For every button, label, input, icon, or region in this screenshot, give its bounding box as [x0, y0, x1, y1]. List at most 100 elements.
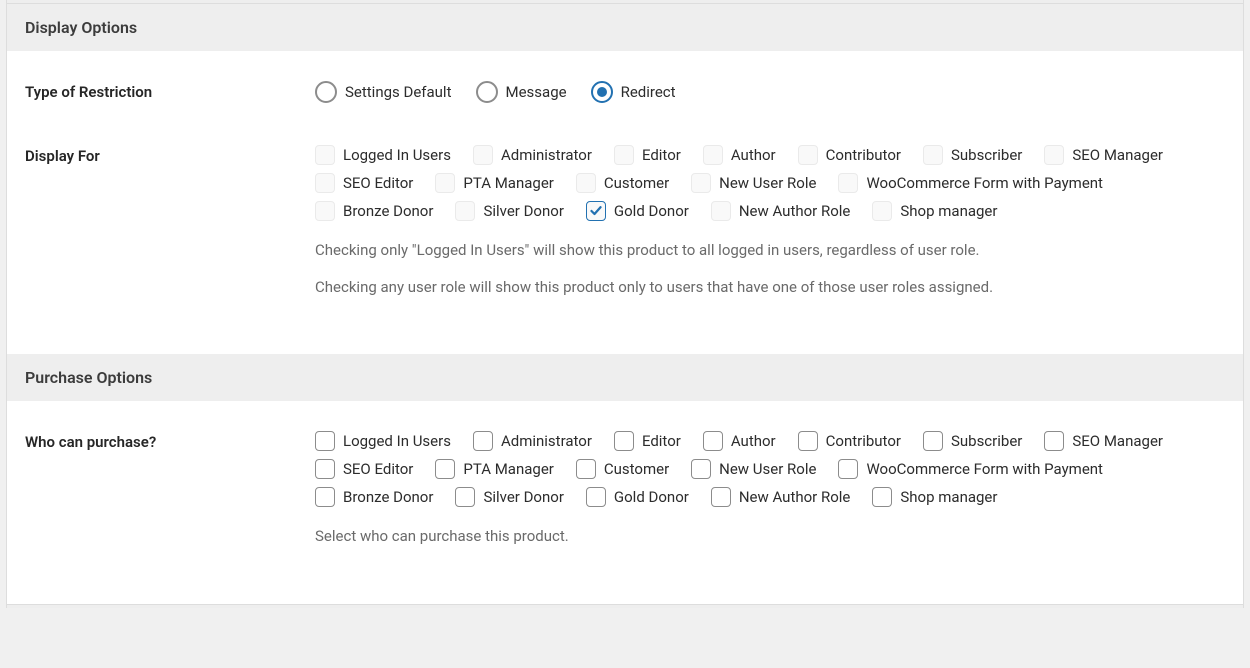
checkbox-role[interactable]: Editor	[614, 145, 681, 165]
section-title: Purchase Options	[25, 368, 152, 387]
checkbox-label: Gold Donor	[614, 488, 689, 506]
checkbox-icon	[838, 173, 858, 193]
checkbox-icon	[838, 459, 858, 479]
label-who-can-purchase: Who can purchase?	[25, 431, 315, 562]
help-line: Checking only "Logged In Users" will sho…	[315, 239, 1225, 262]
checkbox-label: Customer	[604, 460, 669, 478]
checkbox-role[interactable]: Subscriber	[923, 145, 1022, 165]
radio-label: Settings Default	[345, 83, 452, 101]
checkbox-role[interactable]: WooCommerce Form with Payment	[838, 459, 1103, 479]
checkbox-icon	[576, 459, 596, 479]
checkbox-label: Author	[731, 432, 776, 450]
section-header-display-options: Display Options	[7, 4, 1243, 51]
checkbox-role[interactable]: Customer	[576, 173, 669, 193]
checkbox-label: Shop manager	[900, 488, 997, 506]
row-type-of-restriction: Type of Restriction Settings DefaultMess…	[25, 81, 1225, 103]
help-line: Checking any user role will show this pr…	[315, 276, 1225, 299]
checkbox-icon	[711, 487, 731, 507]
help-line: Select who can purchase this product.	[315, 525, 1225, 548]
checkbox-label: Silver Donor	[483, 202, 563, 220]
checkbox-role[interactable]: WooCommerce Form with Payment	[838, 173, 1103, 193]
checkbox-role[interactable]: PTA Manager	[435, 173, 554, 193]
checkbox-icon	[586, 201, 606, 221]
checkbox-icon	[315, 145, 335, 165]
checkbox-label: Contributor	[826, 432, 901, 450]
checkbox-role[interactable]: Author	[703, 145, 776, 165]
settings-page: Display Options Type of Restriction Sett…	[6, 0, 1244, 608]
checkbox-icon	[473, 145, 493, 165]
help-text-display-for: Checking only "Logged In Users" will sho…	[315, 239, 1225, 298]
checkbox-icon	[691, 459, 711, 479]
section-header-purchase-options: Purchase Options	[7, 354, 1243, 401]
checkbox-label: Silver Donor	[483, 488, 563, 506]
section-body-purchase-options: Who can purchase? Logged In Users Adminis…	[7, 401, 1243, 604]
checkbox-role[interactable]: SEO Manager	[1044, 145, 1163, 165]
checkbox-role[interactable]: Author	[703, 431, 776, 451]
checkbox-label: Gold Donor	[614, 202, 689, 220]
checkbox-role[interactable]: New Author Role	[711, 487, 851, 507]
checkbox-role[interactable]: Logged In Users	[315, 145, 451, 165]
checkbox-role[interactable]: Silver Donor	[455, 201, 563, 221]
checkbox-icon	[614, 145, 634, 165]
checkbox-role[interactable]: Editor	[614, 431, 681, 451]
checkbox-icon	[1044, 431, 1064, 451]
radio-label: Redirect	[621, 83, 676, 101]
checkbox-role[interactable]: PTA Manager	[435, 459, 554, 479]
checkbox-label: Subscriber	[951, 432, 1022, 450]
checkbox-label: SEO Manager	[1072, 432, 1163, 450]
checkbox-label: Customer	[604, 174, 669, 192]
checkbox-role[interactable]: Contributor	[798, 145, 901, 165]
radio-group-restriction: Settings Default Message Redirect	[315, 81, 1225, 103]
checkbox-label: Editor	[642, 432, 681, 450]
checkbox-role[interactable]: Bronze Donor	[315, 487, 433, 507]
checkbox-role[interactable]: Silver Donor	[455, 487, 563, 507]
checkbox-label: Author	[731, 146, 776, 164]
checkbox-icon	[614, 431, 634, 451]
checkbox-role[interactable]: Shop manager	[872, 487, 997, 507]
checkbox-icon	[473, 431, 493, 451]
checkbox-icon	[872, 201, 892, 221]
checkbox-label: New User Role	[719, 460, 816, 478]
checkbox-group-display-for: Logged In Users Administrator Editor Author…	[315, 145, 1225, 221]
checkbox-role[interactable]: Administrator	[473, 145, 592, 165]
checkbox-icon	[923, 431, 943, 451]
checkbox-icon	[315, 459, 335, 479]
checkbox-role[interactable]: Customer	[576, 459, 669, 479]
checkbox-label: PTA Manager	[463, 174, 554, 192]
checkbox-group-purchase: Logged In Users Administrator Editor Author…	[315, 431, 1225, 507]
checkbox-role[interactable]: Contributor	[798, 431, 901, 451]
radio-restriction[interactable]: Redirect	[591, 81, 676, 103]
checkbox-icon	[576, 173, 596, 193]
checkbox-label: SEO Editor	[343, 460, 413, 478]
section-body-display-options: Type of Restriction Settings DefaultMess…	[7, 51, 1243, 354]
checkbox-label: WooCommerce Form with Payment	[866, 174, 1103, 192]
checkbox-label: Bronze Donor	[343, 202, 433, 220]
checkbox-role[interactable]: New User Role	[691, 459, 816, 479]
checkbox-role[interactable]: Shop manager	[872, 201, 997, 221]
checkbox-icon	[586, 487, 606, 507]
checkbox-role[interactable]: New Author Role	[711, 201, 851, 221]
checkbox-role[interactable]: SEO Manager	[1044, 431, 1163, 451]
row-who-can-purchase: Who can purchase? Logged In Users Adminis…	[25, 431, 1225, 562]
checkbox-role[interactable]: SEO Editor	[315, 173, 413, 193]
radio-restriction[interactable]: Message	[476, 81, 567, 103]
checkbox-icon	[1044, 145, 1064, 165]
help-text-purchase: Select who can purchase this product.	[315, 525, 1225, 548]
checkbox-label: Bronze Donor	[343, 488, 433, 506]
checkbox-role[interactable]: Subscriber	[923, 431, 1022, 451]
checkbox-role[interactable]: Logged In Users	[315, 431, 451, 451]
checkbox-icon	[455, 487, 475, 507]
controls-who-can-purchase: Logged In Users Administrator Editor Author…	[315, 431, 1225, 562]
radio-restriction[interactable]: Settings Default	[315, 81, 452, 103]
checkbox-label: Logged In Users	[343, 146, 451, 164]
radio-icon	[591, 81, 613, 103]
controls-type-of-restriction: Settings Default Message Redirect	[315, 81, 1225, 103]
checkbox-role[interactable]: SEO Editor	[315, 459, 413, 479]
checkbox-role[interactable]: Administrator	[473, 431, 592, 451]
bottom-bar	[7, 604, 1243, 608]
checkbox-role[interactable]: Gold Donor	[586, 487, 689, 507]
checkbox-role[interactable]: New User Role	[691, 173, 816, 193]
checkbox-role[interactable]: Gold Donor	[586, 201, 689, 221]
checkbox-role[interactable]: Bronze Donor	[315, 201, 433, 221]
checkbox-icon	[315, 487, 335, 507]
